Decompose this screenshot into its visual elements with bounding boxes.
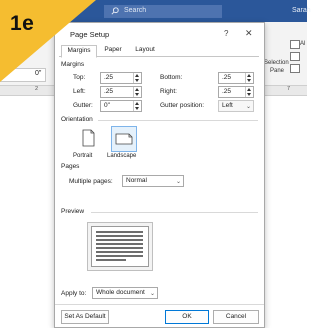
preview-page-thumbnail bbox=[91, 226, 149, 267]
dialog-title: Page Setup bbox=[70, 30, 110, 39]
bottom-label: Bottom: bbox=[160, 74, 183, 81]
left-margin-value: .25 bbox=[104, 88, 114, 95]
chevron-down-icon: ⌄ bbox=[149, 291, 155, 297]
spin-up-icon[interactable] bbox=[247, 74, 251, 77]
tab-layout[interactable]: Layout bbox=[130, 45, 160, 56]
right-label: Right: bbox=[160, 88, 177, 95]
page-setup-dialog: Page Setup ? ✕ Margins Paper Layout Marg… bbox=[54, 22, 265, 328]
footer-divider bbox=[55, 304, 264, 305]
preview-text-line bbox=[96, 231, 143, 233]
right-margin-input[interactable]: .25 bbox=[218, 86, 254, 98]
preview-panel bbox=[87, 222, 153, 271]
preview-text-line bbox=[96, 251, 143, 253]
landscape-label[interactable]: Landscape bbox=[107, 153, 136, 159]
gutter-input[interactable]: 0" bbox=[100, 100, 142, 112]
chevron-down-icon: ⌄ bbox=[245, 104, 251, 110]
spin-up-icon[interactable] bbox=[135, 74, 139, 77]
ok-button[interactable]: OK bbox=[165, 310, 209, 324]
preview-text-line bbox=[96, 255, 143, 257]
spin-up-icon[interactable] bbox=[135, 102, 139, 105]
preview-text-line bbox=[96, 259, 126, 261]
left-label: Left: bbox=[73, 88, 86, 95]
left-margin-input[interactable]: .25 bbox=[100, 86, 142, 98]
apply-to-value: Whole document bbox=[96, 289, 145, 296]
gutter-position-value: Left bbox=[222, 102, 233, 109]
pages-heading: Pages bbox=[61, 163, 80, 170]
spin-up-icon[interactable] bbox=[247, 88, 251, 91]
selection-pane-label[interactable]: Selection bbox=[264, 60, 289, 66]
align-icon[interactable] bbox=[290, 40, 300, 49]
bottom-spinner[interactable] bbox=[245, 73, 253, 83]
preview-divider bbox=[91, 212, 258, 213]
spin-up-icon[interactable] bbox=[135, 88, 139, 91]
preview-text-line bbox=[96, 239, 143, 241]
cancel-button[interactable]: Cancel bbox=[213, 310, 259, 324]
top-margin-input[interactable]: .25 bbox=[100, 72, 142, 84]
portrait-option[interactable] bbox=[76, 126, 100, 150]
preview-text-line bbox=[96, 243, 143, 245]
top-label: Top: bbox=[73, 74, 86, 81]
tab-paper[interactable]: Paper bbox=[99, 45, 127, 56]
gutter-label: Gutter: bbox=[73, 102, 93, 109]
landscape-option[interactable] bbox=[111, 126, 137, 152]
orientation-heading: Orientation bbox=[61, 116, 93, 123]
multiple-pages-value: Normal bbox=[126, 177, 147, 184]
portrait-page-icon bbox=[82, 129, 95, 147]
margins-heading: Margins bbox=[61, 61, 85, 68]
bottom-margin-value: .25 bbox=[222, 74, 232, 81]
preview-heading: Preview bbox=[61, 208, 85, 215]
set-as-default-button[interactable]: Set As Default bbox=[61, 310, 109, 324]
gutter-value: 0" bbox=[104, 102, 110, 109]
top-spinner[interactable] bbox=[133, 73, 141, 83]
spin-down-icon[interactable] bbox=[135, 93, 139, 96]
search-box[interactable]: Search bbox=[104, 5, 222, 18]
rotate-icon[interactable] bbox=[290, 64, 300, 73]
bottom-margin-input[interactable]: .25 bbox=[218, 72, 254, 84]
landscape-page-icon bbox=[115, 133, 133, 145]
preview-text-line bbox=[96, 235, 143, 237]
ruler-mark-left: 2 bbox=[35, 86, 39, 92]
close-button[interactable]: ✕ bbox=[245, 28, 253, 39]
help-button[interactable]: ? bbox=[224, 29, 228, 38]
spin-down-icon[interactable] bbox=[135, 107, 139, 110]
right-spinner[interactable] bbox=[245, 87, 253, 97]
gutter-position-select[interactable]: Left ⌄ bbox=[218, 100, 254, 112]
search-icon bbox=[111, 7, 119, 15]
multiple-pages-select[interactable]: Normal ⌄ bbox=[122, 175, 184, 187]
top-margin-value: .25 bbox=[104, 74, 114, 81]
gutter-position-label: Gutter position: bbox=[160, 102, 205, 109]
tab-margins[interactable]: Margins bbox=[61, 45, 97, 58]
portrait-label[interactable]: Portrait bbox=[73, 153, 92, 159]
align-label: Al bbox=[300, 41, 306, 47]
spin-down-icon[interactable] bbox=[247, 79, 251, 82]
group-icon[interactable] bbox=[290, 52, 300, 61]
left-spinner[interactable] bbox=[133, 87, 141, 97]
step-badge-label: 1e bbox=[10, 12, 35, 35]
apply-to-label: Apply to: bbox=[61, 290, 87, 297]
spin-down-icon[interactable] bbox=[247, 93, 251, 96]
chevron-down-icon: ⌄ bbox=[175, 179, 181, 185]
gutter-spinner[interactable] bbox=[133, 101, 141, 111]
right-margin-value: .25 bbox=[222, 88, 232, 95]
selection-pane-label-2[interactable]: Pane bbox=[270, 68, 284, 74]
search-placeholder: Search bbox=[124, 7, 147, 14]
ribbon-spacing-value: 0" bbox=[35, 70, 42, 77]
multiple-pages-label: Multiple pages: bbox=[69, 178, 113, 185]
user-name[interactable]: Sarah bbox=[292, 7, 311, 14]
tab-strip: Margins Paper Layout bbox=[59, 45, 259, 58]
preview-text-line bbox=[96, 247, 143, 249]
apply-to-select[interactable]: Whole document ⌄ bbox=[92, 287, 158, 299]
spin-down-icon[interactable] bbox=[135, 79, 139, 82]
ruler-mark-right: 7 bbox=[287, 86, 291, 92]
orientation-divider bbox=[98, 120, 258, 121]
